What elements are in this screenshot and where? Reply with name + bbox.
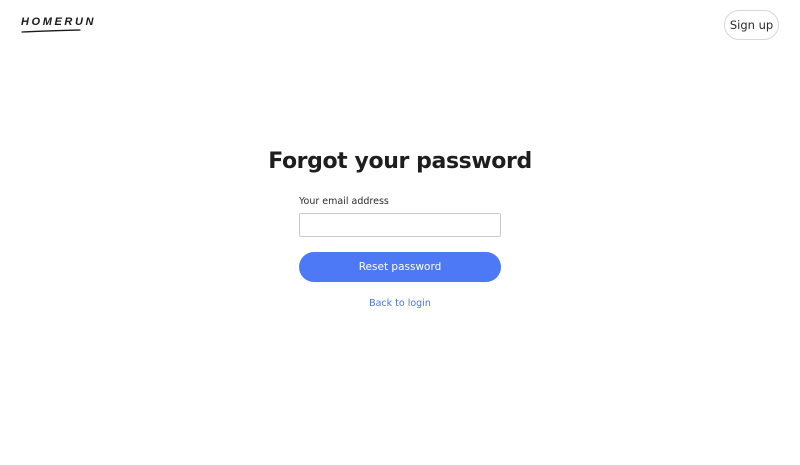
homerun-logo[interactable]: HOMERUN — [21, 16, 96, 33]
forgot-password-page: HOMERUN Sign up Forgot your password You… — [0, 0, 800, 465]
page-title: Forgot your password — [268, 149, 532, 174]
back-to-login-container: Back to login — [0, 296, 800, 312]
email-label: Your email address — [299, 196, 389, 207]
logo-wordmark: HOMERUN — [21, 16, 97, 28]
logo-underline-icon — [21, 29, 81, 33]
back-to-login-link[interactable]: Back to login — [369, 298, 431, 309]
reset-password-button[interactable]: Reset password — [299, 252, 501, 282]
reset-form: Your email address — [299, 194, 501, 237]
email-input[interactable] — [299, 213, 501, 237]
sign-up-button[interactable]: Sign up — [724, 10, 779, 40]
